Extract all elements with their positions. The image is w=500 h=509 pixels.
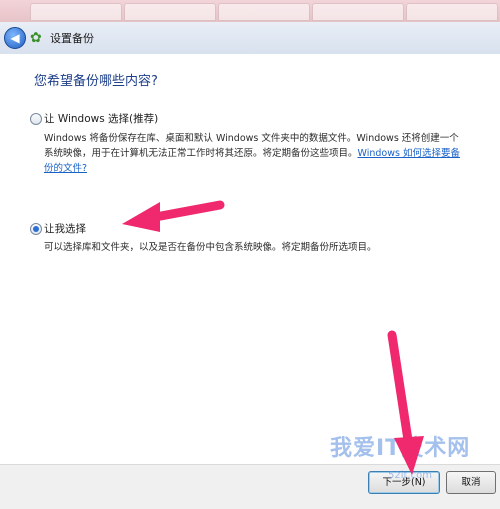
option-user-label[interactable]: 让我选择 — [44, 221, 86, 236]
cancel-button[interactable]: 取消 — [446, 471, 496, 494]
browser-tab[interactable] — [312, 3, 404, 21]
browser-tab[interactable] — [124, 3, 216, 21]
browser-tab[interactable] — [30, 3, 122, 21]
radio-let-me-choose[interactable] — [30, 223, 42, 235]
option-windows-desc-line2-text: 系统映像，用于在计算机无法正常工作时将其还原。将定期备份这些项目。 — [44, 148, 358, 159]
watermark-url: 52it.com — [388, 470, 432, 481]
option-windows-description: Windows 将备份保存在库、桌面和默认 Windows 文件夹中的数据文件。… — [44, 131, 494, 176]
option-user-description: 可以选择库和文件夹，以及是否在备份中包含系统映像。将定期备份所选项目。 — [44, 242, 377, 253]
option-windows-desc-line3: 份的文件? — [44, 161, 494, 176]
option-windows-label[interactable]: 让 Windows 选择(推荐) — [44, 111, 158, 126]
browser-tab[interactable] — [406, 3, 498, 21]
back-arrow-icon[interactable]: ◀ — [4, 27, 26, 49]
page-heading: 您希望备份哪些内容? — [34, 74, 158, 89]
window-title-bar: ◀ ✿ 设置备份 — [0, 22, 500, 55]
how-windows-chooses-link[interactable]: Windows 如何选择要备 — [358, 148, 460, 159]
radio-windows-choose[interactable] — [30, 113, 42, 125]
how-windows-chooses-link-cont[interactable]: 份的文件? — [44, 163, 87, 174]
watermark-logo: 我爱IT技术网 — [330, 436, 471, 461]
browser-tab-strip — [0, 0, 500, 23]
option-windows-desc-line1: Windows 将备份保存在库、桌面和默认 Windows 文件夹中的数据文件。… — [44, 133, 459, 144]
option-windows-desc-line2: 系统映像，用于在计算机无法正常工作时将其还原。将定期备份这些项目。Windows… — [44, 146, 494, 161]
browser-tab[interactable] — [218, 3, 310, 21]
backup-icon: ✿ — [30, 30, 42, 46]
window-title: 设置备份 — [50, 32, 94, 45]
wizard-content: 您希望备份哪些内容? 让 Windows 选择(推荐) Windows 将备份保… — [0, 54, 500, 464]
